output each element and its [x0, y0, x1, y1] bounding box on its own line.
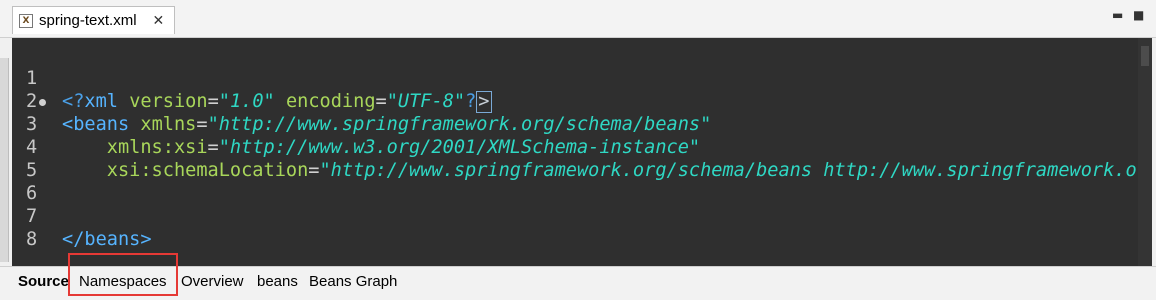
xml-file-icon: X — [19, 13, 33, 28]
code-line: 6 — [12, 159, 1140, 204]
editor-tab-bar: X spring-text.xml ✕ ▬ ■ — [0, 0, 1156, 38]
maximize-button[interactable]: ■ — [1133, 8, 1144, 22]
line-number: 8 — [26, 229, 38, 250]
code-line: 5 — [12, 136, 1140, 181]
xml-source-editor[interactable]: 1 <?xml version="1.0" encoding="UTF-8"? >… — [12, 38, 1152, 266]
tab-overview[interactable]: Overview — [181, 273, 244, 290]
editor-tab-title: spring-text.xml — [39, 12, 137, 29]
editor-tab-spring-text-xml[interactable]: X spring-text.xml ✕ — [12, 6, 176, 34]
code-line: 2 <beans xmlns="http://www.springframewo… — [12, 67, 1140, 135]
close-icon[interactable]: ✕ — [153, 12, 165, 29]
code-line: 7 </beans> — [12, 182, 1140, 250]
code-area[interactable]: 1 <?xml version="1.0" encoding="UTF-8"? >… — [12, 44, 1152, 250]
tab-beans[interactable]: beans — [257, 273, 298, 290]
code-line: 3 xmlns:xsi="http://www.w3.org/2001/XMLS… — [12, 90, 1140, 158]
minimize-button[interactable]: ▬ — [1112, 8, 1123, 22]
vertical-scrollbar[interactable] — [1138, 38, 1152, 266]
code-line: 8 — [12, 205, 1140, 250]
tab-beans-graph[interactable]: Beans Graph — [309, 273, 397, 290]
scrollbar-thumb[interactable] — [1141, 46, 1149, 66]
left-side-panel-strip — [0, 58, 9, 262]
code-line: 1 <?xml version="1.0" encoding="UTF-8"? > — [12, 44, 1140, 113]
tab-source[interactable]: Source — [18, 273, 69, 290]
code-line: 4 xsi:schemaLocation="http://www.springf… — [12, 113, 1152, 181]
annotation-highlight-box — [68, 253, 178, 296]
